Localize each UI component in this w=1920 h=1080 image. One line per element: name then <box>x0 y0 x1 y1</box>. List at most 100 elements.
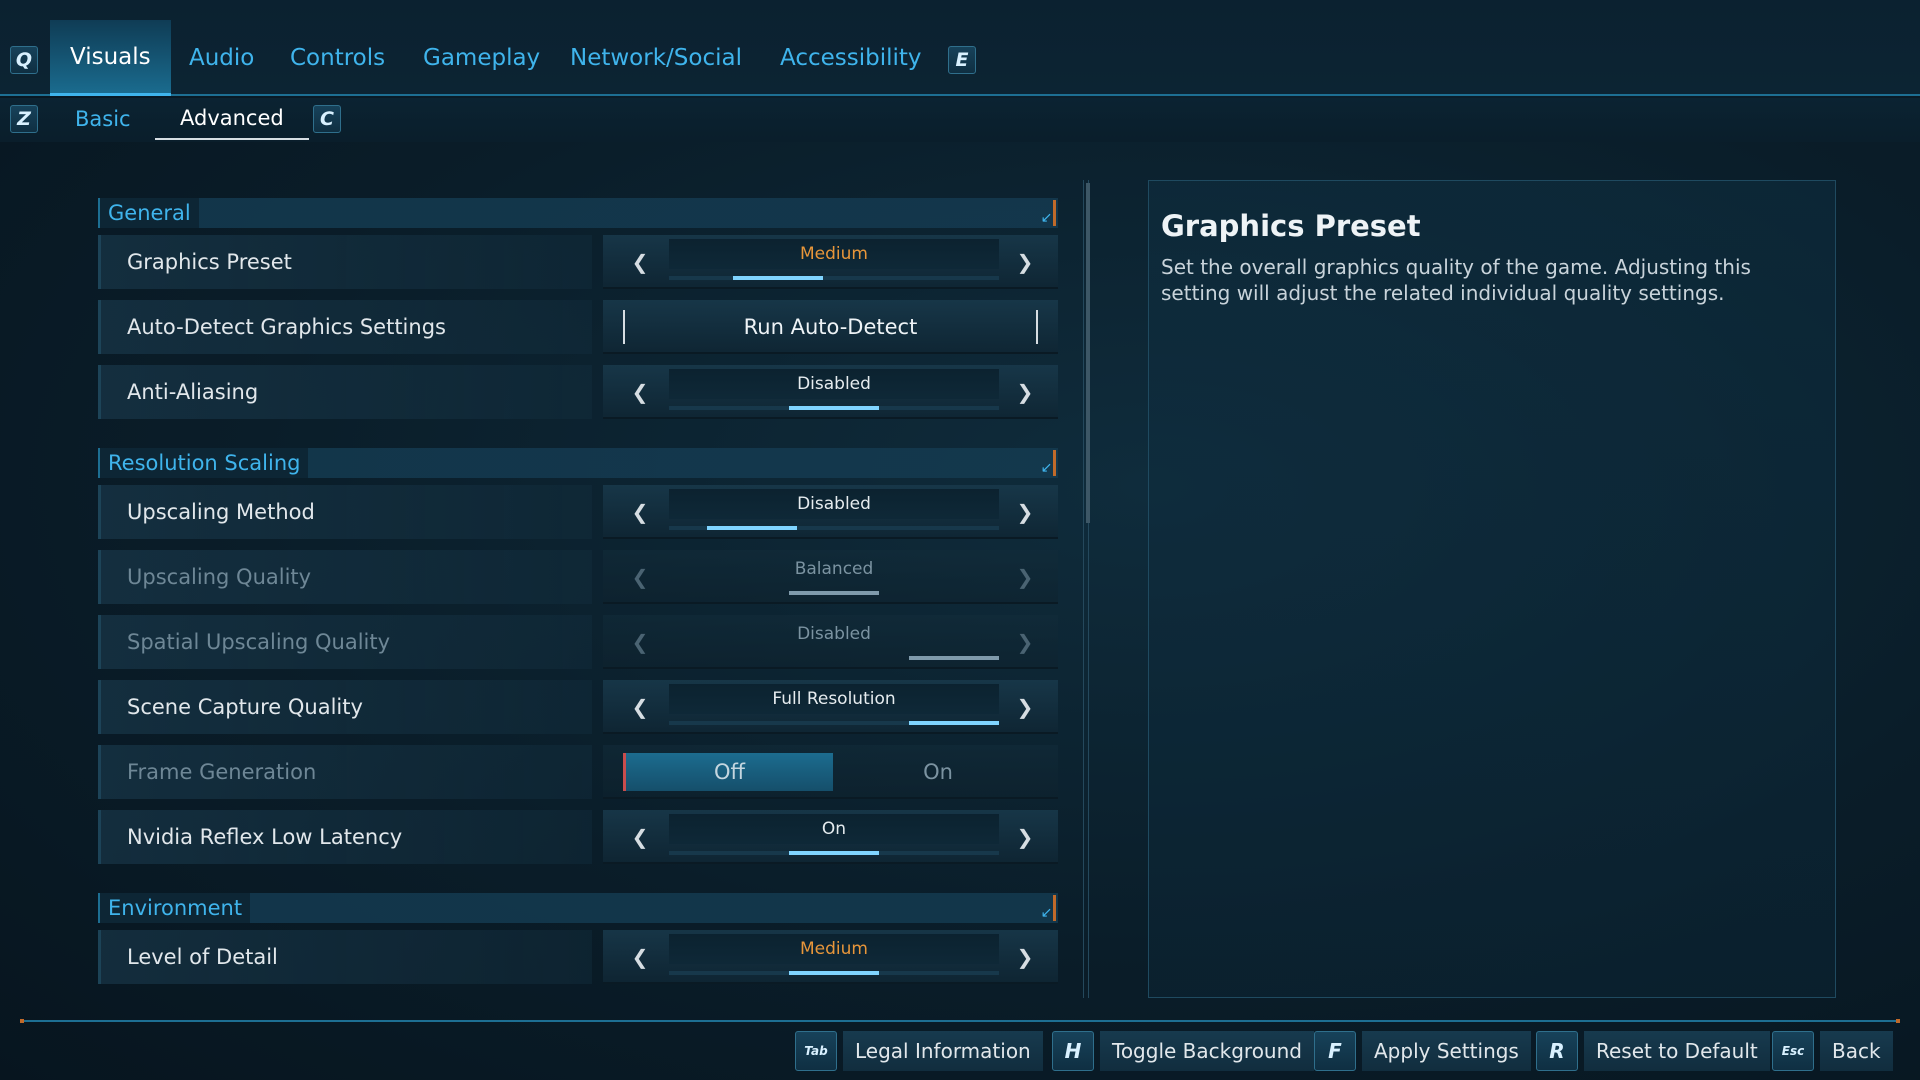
level-indicator <box>732 276 823 280</box>
setting-label: Frame Generation <box>98 745 592 799</box>
level-track <box>669 656 999 660</box>
subtab-basic[interactable]: Basic <box>50 98 156 140</box>
chevron-right-icon[interactable]: ❯ <box>1010 497 1040 527</box>
setting-row-anti-aliasing[interactable]: Anti-Aliasing ❮ Disabled ❯ <box>98 365 1058 419</box>
collapse-icon[interactable]: ↙ <box>1040 200 1056 226</box>
subtab-left-key-icon[interactable]: Z <box>10 105 38 133</box>
tab-network-social[interactable]: Network/Social <box>550 20 762 96</box>
tab-audio[interactable]: Audio <box>169 20 274 96</box>
collapse-icon[interactable]: ↙ <box>1040 895 1056 921</box>
level-indicator <box>789 971 879 975</box>
back-button[interactable]: Esc Back <box>1772 1031 1893 1071</box>
selector-control[interactable]: ❮ Medium ❯ <box>603 235 1058 289</box>
setting-row-level-of-detail[interactable]: Level of Detail ❮ Medium ❯ <box>98 930 1058 984</box>
footer-divider <box>20 1019 1900 1023</box>
chevron-right-icon[interactable]: ❯ <box>1010 377 1040 407</box>
level-track <box>669 406 999 410</box>
selector-control: ❮ Balanced ❯ <box>603 550 1058 604</box>
tab-visuals[interactable]: Visuals <box>50 20 171 96</box>
chevron-left-icon[interactable]: ❮ <box>625 822 655 852</box>
subtab-advanced[interactable]: Advanced <box>155 98 309 140</box>
toggle-option-on: On <box>923 760 953 784</box>
setting-label: Level of Detail <box>98 930 592 984</box>
level-indicator <box>789 851 879 855</box>
setting-label: Spatial Upscaling Quality <box>98 615 592 669</box>
level-track <box>669 971 999 975</box>
chevron-left-icon: ❮ <box>631 630 649 654</box>
tab-left-key-icon[interactable]: Q <box>10 46 38 74</box>
selector-control[interactable]: ❮ Full Resolution ❯ <box>603 680 1058 734</box>
selector-value: Balanced <box>794 559 874 579</box>
chevron-left-icon: ❮ <box>631 565 649 589</box>
legal-information-button[interactable]: Tab Legal Information <box>795 1031 1043 1071</box>
chevron-right-icon: ❯ <box>1016 565 1034 589</box>
section-title: General <box>100 198 199 228</box>
selector-control: ❮ Disabled ❯ <box>603 615 1058 669</box>
chevron-left-icon[interactable]: ❮ <box>625 247 655 277</box>
level-indicator <box>706 526 797 530</box>
level-indicator <box>789 591 879 595</box>
tab-gameplay[interactable]: Gameplay <box>403 20 560 96</box>
toggle-background-button[interactable]: H Toggle Background <box>1052 1031 1314 1071</box>
setting-row-upscaling-quality: Upscaling Quality ❮ Balanced ❯ <box>98 550 1058 604</box>
selector-value: Disabled <box>669 369 999 399</box>
selector-control[interactable]: ❮ Medium ❯ <box>603 930 1058 984</box>
reset-to-default-button[interactable]: R Reset to Default <box>1536 1031 1770 1071</box>
tab-controls[interactable]: Controls <box>270 20 405 96</box>
hint-label: Toggle Background <box>1100 1031 1314 1071</box>
description-title: Graphics Preset <box>1161 209 1421 243</box>
selector-control[interactable]: ❮ Disabled ❯ <box>603 485 1058 539</box>
r-key-icon: R <box>1536 1031 1578 1071</box>
hint-label: Legal Information <box>843 1031 1043 1071</box>
level-track <box>669 721 999 725</box>
section-header-resolution-scaling: Resolution Scaling ↙ <box>98 448 1058 478</box>
setting-row-nvidia-reflex[interactable]: Nvidia Reflex Low Latency ❮ On ❯ <box>98 810 1058 864</box>
setting-row-scene-capture-quality[interactable]: Scene Capture Quality ❮ Full Resolution … <box>98 680 1058 734</box>
tab-accessibility[interactable]: Accessibility <box>760 20 942 96</box>
selector-control[interactable]: ❮ Disabled ❯ <box>603 365 1058 419</box>
h-key-icon: H <box>1052 1031 1094 1071</box>
selector-value: Disabled <box>669 489 999 519</box>
setting-row-upscaling-method[interactable]: Upscaling Method ❮ Disabled ❯ <box>98 485 1058 539</box>
selector-value: Medium <box>669 934 999 964</box>
scrollbar-thumb[interactable] <box>1086 183 1090 523</box>
hint-label: Reset to Default <box>1584 1031 1770 1071</box>
run-auto-detect-button[interactable]: Run Auto-Detect <box>623 310 1038 344</box>
setting-label: Graphics Preset <box>98 235 592 289</box>
section-title: Environment <box>100 893 251 923</box>
chevron-right-icon[interactable]: ❯ <box>1010 247 1040 277</box>
tab-key-icon: Tab <box>795 1031 837 1071</box>
setting-label: Auto-Detect Graphics Settings <box>98 300 592 354</box>
setting-row-spatial-upscaling-quality: Spatial Upscaling Quality ❮ Disabled ❯ <box>98 615 1058 669</box>
chevron-left-icon[interactable]: ❮ <box>625 497 655 527</box>
top-tab-bar: Q Visuals Audio Controls Gameplay Networ… <box>0 0 1920 96</box>
setting-label: Upscaling Quality <box>98 550 592 604</box>
off-on-toggle: Off On <box>623 753 1053 791</box>
setting-row-graphics-preset[interactable]: Graphics Preset ❮ Medium ❯ <box>98 235 1058 289</box>
selector-control[interactable]: ❮ On ❯ <box>603 810 1058 864</box>
chevron-left-icon[interactable]: ❮ <box>625 942 655 972</box>
esc-key-icon: Esc <box>1772 1031 1814 1071</box>
selector-value: Medium <box>669 239 999 269</box>
apply-settings-button[interactable]: F Apply Settings <box>1314 1031 1531 1071</box>
chevron-right-icon[interactable]: ❯ <box>1010 692 1040 722</box>
section-header-environment: Environment ↙ <box>98 893 1058 923</box>
collapse-icon[interactable]: ↙ <box>1040 450 1056 476</box>
hint-label: Back <box>1820 1031 1893 1071</box>
setting-label: Nvidia Reflex Low Latency <box>98 810 592 864</box>
tab-right-key-icon[interactable]: E <box>948 46 976 74</box>
subtab-right-key-icon[interactable]: C <box>313 105 341 133</box>
level-track <box>669 276 999 280</box>
setting-row-auto-detect[interactable]: Auto-Detect Graphics Settings Run Auto-D… <box>98 300 1058 354</box>
chevron-left-icon[interactable]: ❮ <box>625 377 655 407</box>
chevron-right-icon[interactable]: ❯ <box>1010 942 1040 972</box>
chevron-right-icon[interactable]: ❯ <box>1010 822 1040 852</box>
section-title: Resolution Scaling <box>100 448 309 478</box>
description-text: Set the overall graphics quality of the … <box>1161 255 1751 305</box>
button-control[interactable]: Run Auto-Detect <box>603 300 1058 354</box>
chevron-left-icon[interactable]: ❮ <box>625 692 655 722</box>
selector-value: On <box>669 814 999 844</box>
f-key-icon: F <box>1314 1031 1356 1071</box>
settings-list: General ↙ Graphics Preset ❮ Medium ❯ Aut… <box>98 190 1058 998</box>
description-panel: Graphics Preset Set the overall graphics… <box>1148 180 1836 998</box>
